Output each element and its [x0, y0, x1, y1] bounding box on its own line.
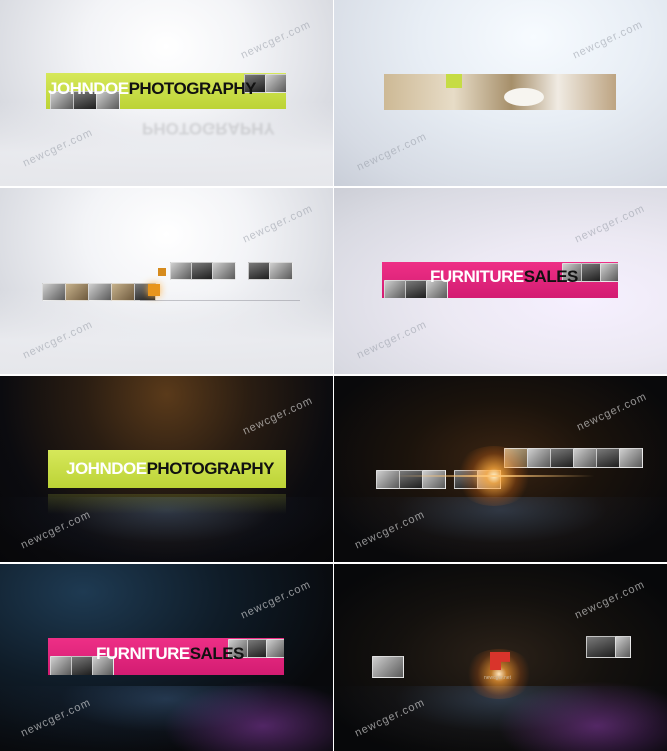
orange-cube [148, 284, 160, 296]
frame-2: newcger.com newcger.com [334, 0, 667, 186]
purple-glow [163, 681, 333, 751]
frame-3: newcger.com newcger.com [0, 188, 333, 374]
title-bar: JOHNDOEPHOTOGRAPHY [48, 450, 286, 488]
photo-tile [372, 656, 404, 678]
photo-tile [600, 263, 618, 282]
watermark: newcger.com [241, 202, 315, 246]
photo-tile [376, 470, 400, 489]
photo-tile [71, 656, 93, 675]
watermark: newcger.com [239, 18, 313, 62]
small-url-text: newcger.net [484, 675, 511, 681]
photo-tile [212, 262, 236, 280]
photo-tile [88, 283, 112, 301]
photo-tile [586, 636, 616, 658]
lime-square [446, 74, 462, 88]
frame-6: newcger.com newcger.com [334, 376, 667, 562]
frame-5: JOHNDOEPHOTOGRAPHY newcger.com newcger.c… [0, 376, 333, 562]
photo-bar [384, 74, 616, 110]
photo-tile [384, 280, 406, 298]
watermark: newcger.com [239, 578, 313, 622]
bar-text-black: PHOTOGRAPHY [146, 459, 275, 478]
bar-text-white: FURNITURE [430, 267, 524, 286]
figure-highlight [504, 88, 544, 106]
photo-tile [619, 448, 643, 468]
photo-tile [65, 283, 89, 301]
divider [333, 0, 334, 751]
floor-line [140, 300, 300, 301]
title-bar: FURNITURESALES [48, 638, 284, 675]
photo-tile [615, 636, 631, 658]
photo-tile [596, 448, 620, 468]
watermark: newcger.com [573, 578, 647, 622]
photo-tile [550, 448, 574, 468]
flare-streak [394, 475, 594, 477]
bar-text-white: FURNITURE [96, 644, 190, 663]
photo-tile [269, 262, 293, 280]
watermark: newcger.com [575, 390, 649, 434]
frame-8: newcger.net newcger.com newcger.com [334, 564, 667, 751]
photo-tile [111, 283, 135, 301]
thumbnail-grid: JOHNDOEPHOTOGRAPHY PHOTOGRAPHY newcger.c… [0, 0, 667, 751]
photo-tile [247, 639, 267, 658]
photo-tile [50, 656, 72, 675]
photo-tile [248, 262, 270, 280]
watermark: newcger.com [355, 130, 429, 174]
photo-tile [170, 262, 192, 280]
watermark: newcger.com [241, 394, 315, 438]
bar-text-black: SALES [523, 267, 579, 286]
title-bar: JOHNDOEPHOTOGRAPHY [46, 73, 286, 109]
frame-1: JOHNDOEPHOTOGRAPHY PHOTOGRAPHY newcger.c… [0, 0, 333, 186]
watermark: newcger.com [573, 202, 647, 246]
bar-text-white: JOHNDOE [48, 79, 129, 98]
title-bar: FURNITURESALES [382, 262, 618, 298]
frame-4: FURNITURESALES newcger.com newcger.com [334, 188, 667, 374]
photo-tile [405, 280, 427, 298]
photo-tile [266, 639, 284, 658]
orange-cube [158, 268, 166, 276]
frame-7: FURNITURESALES newcger.com newcger.com [0, 564, 333, 751]
bar-text-white: JOHNDOE [66, 459, 147, 478]
watermark: newcger.com [571, 18, 645, 62]
bar-text-black: SALES [189, 644, 245, 663]
photo-tile [191, 262, 213, 280]
watermark: newcger.com [355, 318, 429, 362]
photo-tile [422, 470, 446, 489]
floor [0, 290, 333, 374]
bar-text-black: PHOTOGRAPHY [128, 79, 257, 98]
photo-tile [42, 283, 66, 301]
bar-reflection: PHOTOGRAPHY [142, 119, 275, 138]
photo-tile [399, 470, 423, 489]
photo-tile [573, 448, 597, 468]
photo-tile [581, 263, 601, 282]
